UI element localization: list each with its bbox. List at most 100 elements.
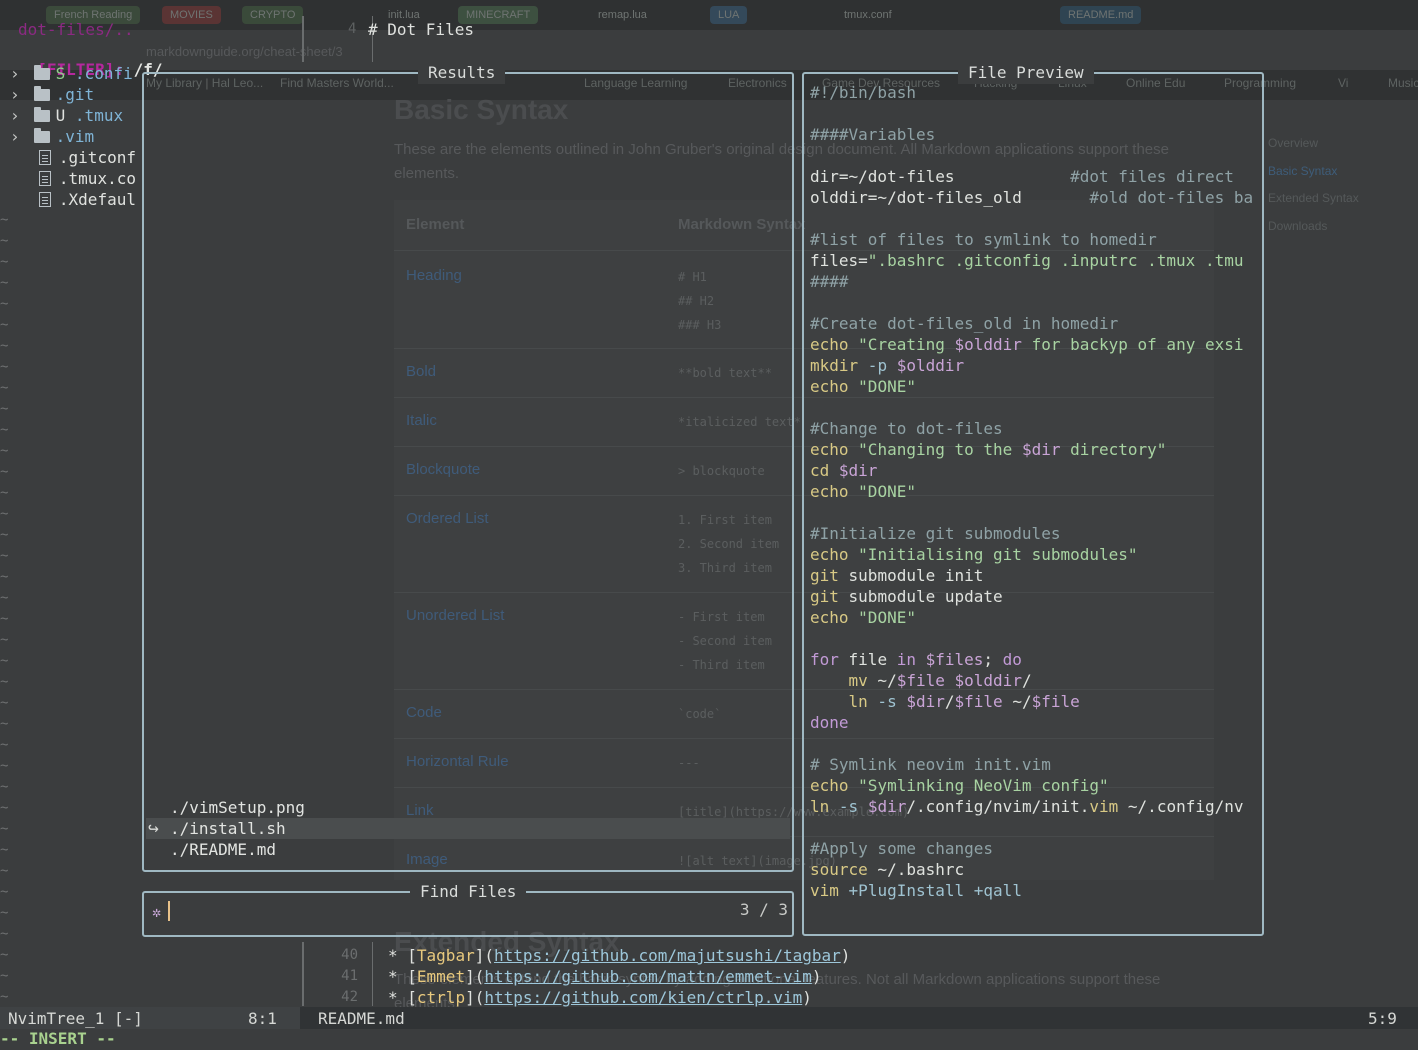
result-item[interactable]: ./README.md [170,839,276,860]
browser-url[interactable]: markdownguide.org/cheat-sheet/3 [146,44,343,59]
editor-line[interactable]: * [ctrlp](https://github.com/kien/ctrlp.… [388,988,812,1007]
tree-item-label: .tmux [74,106,124,125]
statusline-buffer-name: NvimTree_1 [-] [8,1009,143,1028]
filler-tilde: ~ [0,947,9,963]
tab[interactable]: README.md [1060,6,1142,24]
line-number: 41 [341,968,358,984]
selection-caret-icon: ↪ [148,818,159,839]
preview-line [810,733,1260,754]
link-url[interactable]: https://github.com/kien/ctrlp.vim [484,988,802,1007]
filler-tilde: ~ [0,317,9,333]
filler-tilde: ~ [0,527,9,543]
preview-line [810,145,1260,166]
filler-tilde: ~ [0,506,9,522]
split-separator [302,942,304,1006]
filler-tilde: ~ [0,380,9,396]
telescope-preview: File Preview #!/bin/bash ####Variables d… [802,62,1264,936]
preview-line [810,502,1260,523]
chevron-right-icon: › [10,127,20,146]
bookmark[interactable]: Music [1388,76,1418,90]
filler-tilde: ~ [0,632,9,648]
preview-line [810,103,1260,124]
preview-code: #!/bin/bash ####Variables dir=~/dot-file… [810,82,1260,922]
preview-line: ln -s $dir/$file ~/$file [848,692,1080,711]
tree-item-label: .confi [74,64,133,83]
tree-item-file[interactable]: .Xdefaul [10,189,136,210]
tree-item-label: .gitconf [58,148,136,167]
folder-icon [33,65,50,80]
link-url[interactable]: https://github.com/majutsushi/tagbar [494,946,841,965]
preview-line: echo "DONE" [810,377,916,396]
tree-item-folder[interactable]: › .git [10,84,94,105]
preview-title: File Preview [958,62,1094,84]
link-url[interactable]: https://github.com/mattn/emmet-vim [484,967,812,986]
results-title: Results [418,62,506,84]
filler-tilde: ~ [0,653,9,669]
tab[interactable]: remap.lua [590,6,655,24]
filler-tilde: ~ [0,401,9,417]
filler-tilde: ~ [0,716,9,732]
line-number: 40 [341,947,358,963]
filler-tilde: ~ [0,569,9,585]
tree-item-folder[interactable]: › U .tmux [10,105,123,126]
telescope-icon: ✲ [152,903,162,921]
statusline-file-name: README.md [318,1009,405,1028]
tree-item-file[interactable]: .gitconf [10,147,136,168]
preview-line [810,292,1260,313]
filler-tilde: ~ [0,590,9,606]
toc-item[interactable]: Extended Syntax [1268,191,1359,205]
file-icon [38,192,51,207]
chevron-right-icon: › [10,106,20,125]
filler-tilde: ~ [0,611,9,627]
result-item[interactable]: ./vimSetup.png [170,797,305,818]
chevron-right-icon: › [10,85,20,104]
result-item-selected[interactable]: ./install.sh [170,818,286,839]
tree-item-folder[interactable]: › S .confi [10,63,133,84]
preview-line [810,397,1260,418]
git-status: S [55,64,66,83]
preview-line: dir=~/dot-files #dot files direct [810,167,1234,186]
preview-line: olddir=~/dot-files_old #old dot-files ba [810,188,1254,207]
tree-item-label: .vim [55,127,95,146]
preview-line: mv ~/$file $olddir/ [848,671,1032,690]
preview-line: echo "Creating $olddir for backyp of any… [810,335,1244,354]
tab[interactable]: CRYPTO [242,6,304,24]
sign-column-separator [372,942,373,1006]
preview-line: #Change to dot-files [810,419,1003,438]
filler-tilde: ~ [0,674,9,690]
preview-line: for file in $files; do [810,650,1022,669]
tree-item-file[interactable]: .tmux.co [10,168,136,189]
editor-line[interactable]: * [Emmet](https://github.com/mattn/emmet… [388,967,822,986]
bookmark[interactable]: Vi [1338,76,1348,90]
preview-line: echo "Initialising git submodules" [810,545,1138,564]
text-cursor [168,901,170,921]
preview-line: echo "DONE" [810,482,916,501]
filler-tilde: ~ [0,212,9,228]
filler-tilde: ~ [0,821,9,837]
toc-item[interactable]: Downloads [1268,219,1327,233]
filler-tilde: ~ [0,884,9,900]
preview-line: ####Variables [810,125,936,144]
telescope-prompt[interactable]: Find Files ✲ 3 / 3 [142,881,794,937]
tab[interactable]: LUA [710,6,748,24]
filler-tilde: ~ [0,254,9,270]
filler-tilde: ~ [0,296,9,312]
toc-item[interactable]: Overview [1268,136,1318,150]
editor-line[interactable]: * [Tagbar](https://github.com/majutsushi… [388,946,850,965]
preview-line: done [810,713,849,732]
preview-line: echo "Changing to the $dir directory" [810,440,1167,459]
preview-line: files=".bashrc .gitconfig .inputrc .tmux… [810,251,1244,270]
preview-line: #### [810,272,849,291]
preview-line: cd $dir [810,461,878,480]
preview-line: echo "Symlinking NeoVim config" [810,776,1109,795]
tab[interactable]: tmux.conf [836,6,900,24]
preview-line: mkdir -p $olddir [810,356,965,375]
editor-line[interactable]: # Dot Files [368,20,474,39]
tab[interactable]: MOVIES [162,6,221,24]
toc-item[interactable]: Basic Syntax [1268,164,1337,178]
tree-item-folder[interactable]: › .vim [10,126,94,147]
preview-line: git submodule init [810,566,984,585]
preview-line [810,208,1260,229]
filler-tilde: ~ [0,422,9,438]
preview-line: git submodule update [810,587,1003,606]
